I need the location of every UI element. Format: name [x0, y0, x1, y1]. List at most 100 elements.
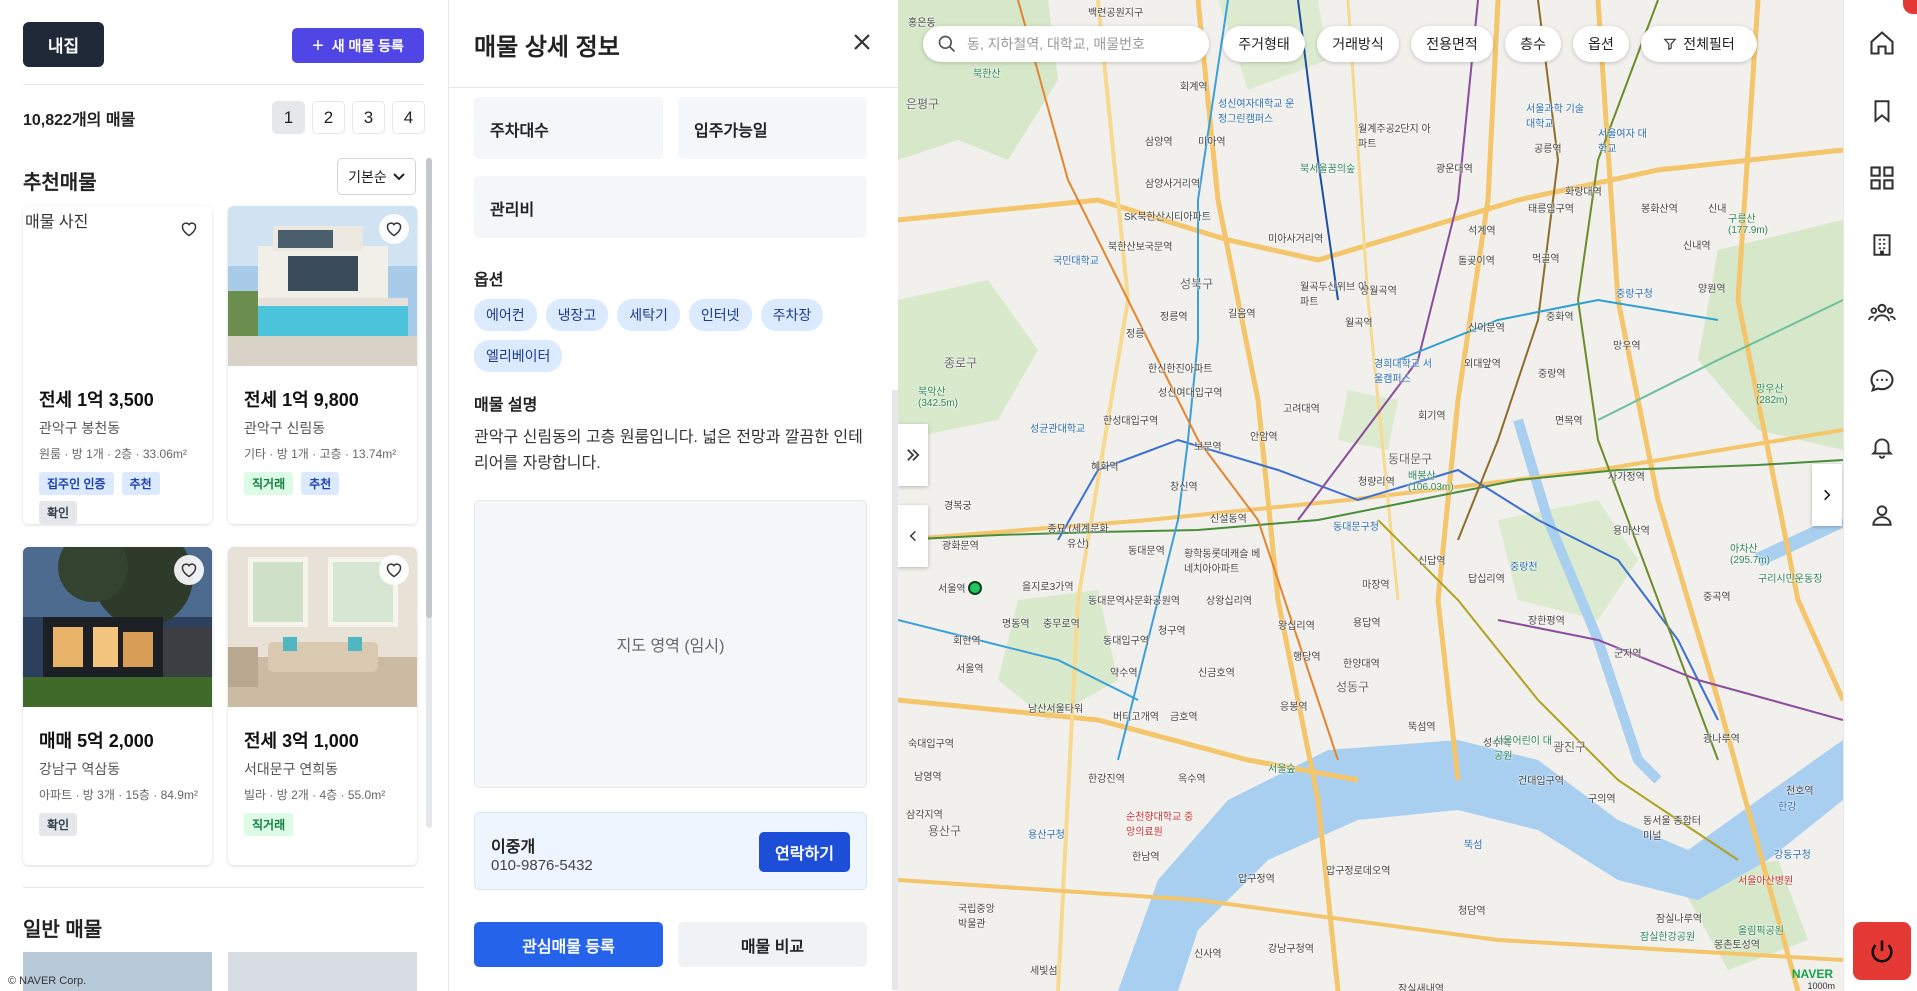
power-button[interactable] [1853, 922, 1911, 980]
map-label: 마장역 [1362, 580, 1390, 591]
scrollbar[interactable] [426, 158, 432, 828]
listing-location: 서대문구 연희동 [244, 761, 339, 777]
map-label: 강동구청 [1774, 850, 1811, 861]
listing-marker[interactable] [968, 581, 982, 595]
card-body: 전세 1억 9,800 관악구 신림동 기타 · 방 1개 · 고층 · 13.… [244, 386, 409, 495]
map-label: 한남역 [1132, 852, 1160, 863]
map-label: 서울과학 기술대학교 [1526, 104, 1584, 130]
listing-card[interactable]: 매물 사진 전세 1억 3,500 관악구 봉천동 원룸 · 방 1개 · 2층… [23, 206, 212, 524]
map-label: 답십리역 [1468, 574, 1505, 585]
my-home-button[interactable]: 내집 [23, 22, 104, 67]
map-label: 올림픽공원 [1738, 926, 1784, 937]
filter-area[interactable]: 전용면적 [1411, 26, 1493, 62]
favorite-button[interactable]: 관심매물 등록 [474, 922, 663, 967]
card-body: 전세 3억 1,000 서대문구 연희동 빌라 · 방 2개 · 4층 · 55… [244, 727, 409, 836]
map-label: 동대문구청 [1333, 522, 1379, 533]
scrollbar-thumb[interactable] [426, 158, 432, 618]
filter-deal-type[interactable]: 거래방식 [1317, 26, 1399, 62]
user-icon[interactable] [1867, 500, 1897, 530]
map-label: 망우역 [1613, 341, 1641, 352]
listing-scroll-area[interactable]: 추천매물 기본순 매물 사진 전세 1억 3,500 관악구 봉천동 원룸 · … [0, 152, 448, 991]
expand-panel-button[interactable] [898, 424, 928, 486]
users-icon[interactable] [1867, 298, 1897, 328]
map-label: 보문역 [1194, 442, 1222, 453]
listing-location: 강남구 역삼동 [39, 761, 121, 777]
filter-housing-type[interactable]: 주거형태 [1223, 26, 1305, 62]
map-label: 정릉역 [1160, 312, 1188, 323]
filter-floor[interactable]: 층수 [1505, 26, 1561, 62]
map-label: 신금호역 [1198, 668, 1235, 679]
info-move-in: 입주가능일 [678, 97, 867, 159]
map-label: 성동구 [1336, 680, 1370, 694]
heart-icon[interactable] [379, 214, 409, 244]
info-parking: 주차대수 [474, 97, 663, 159]
option-chip: 인터넷 [688, 299, 752, 331]
listing-card[interactable]: 매매 5억 2,000 강남구 역삼동 아파트 · 방 3개 · 15층 · 8… [23, 547, 212, 865]
map-label: 옥수역 [1178, 774, 1206, 785]
map-label: 삼양사거리역 [1145, 179, 1201, 190]
new-listing-button[interactable]: + 새 매물 등록 [292, 28, 424, 63]
expand-rail-button[interactable] [1812, 464, 1842, 526]
new-listing-label: 새 매물 등록 [331, 37, 404, 54]
description-text: 관악구 신림동의 고층 원룸입니다. 넓은 전망과 깔끔한 인테리어를 자랑합니… [474, 429, 863, 472]
grid-icon[interactable] [1867, 163, 1897, 193]
building-icon[interactable] [1867, 230, 1897, 260]
sort-select[interactable]: 기본순 [337, 158, 416, 195]
listing-meta: 아파트 · 방 3개 · 15층 · 84.9m² [39, 788, 198, 802]
close-icon[interactable] [850, 30, 874, 54]
map-search-bar[interactable] [923, 26, 1209, 62]
map-label: 중곡역 [1703, 592, 1731, 603]
heart-icon[interactable] [174, 555, 204, 585]
heart-icon[interactable] [174, 214, 204, 244]
description-title: 매물 설명 [474, 397, 538, 414]
bell-icon[interactable] [1867, 432, 1897, 462]
map-label: 종로구 [944, 356, 978, 370]
search-icon [938, 35, 956, 53]
map-label: 버티고개역 [1113, 712, 1159, 723]
map-label: 서울역 [956, 664, 984, 675]
page-button-4[interactable]: 4 [392, 101, 425, 134]
map-label: 한강 [1778, 802, 1797, 813]
map-label: 사가정역 [1608, 472, 1645, 483]
contact-button[interactable]: 연락하기 [759, 832, 850, 872]
map-search-input[interactable] [967, 32, 1197, 56]
badge-list: 집주인 인증 추천 확인 [39, 472, 204, 524]
page-button-2[interactable]: 2 [312, 101, 345, 134]
notification-dot [1903, 0, 1917, 14]
page-button-3[interactable]: 3 [352, 101, 385, 134]
chat-icon[interactable] [1867, 366, 1897, 396]
map-label: 남산서울타워 [1028, 704, 1084, 715]
map-label: 용산구 [928, 824, 962, 838]
chevron-right-icon [1824, 489, 1831, 501]
listing-photo [228, 952, 417, 991]
map-label: 신이문역 [1468, 323, 1505, 334]
right-rail [1843, 0, 1917, 991]
heart-icon[interactable] [379, 555, 409, 585]
listing-price: 전세 1억 3,500 [39, 390, 154, 410]
sort-value: 기본순 [348, 168, 387, 185]
bookmark-icon[interactable] [1867, 96, 1897, 126]
listing-card[interactable]: 전세 1억 9,800 관악구 신림동 기타 · 방 1개 · 고층 · 13.… [228, 206, 417, 524]
filter-options[interactable]: 옵션 [1573, 26, 1629, 62]
map-label: 상왕십리역 [1206, 596, 1252, 607]
map-label: 강남구청역 [1268, 944, 1314, 955]
map-label: 건대입구역 [1518, 776, 1564, 787]
map-view[interactable]: 백련공원지구 은평구 홍은동 북한산 회계역 성신여자대학교 운정그린캠퍼스 월… [898, 0, 1843, 991]
home-icon[interactable] [1867, 28, 1897, 58]
map-label: 한성대입구역 [1103, 416, 1159, 427]
map-label: 성신여대입구역 [1158, 388, 1223, 399]
listing-card[interactable]: 전세 3억 1,000 서대문구 연희동 빌라 · 방 2개 · 4층 · 55… [228, 547, 417, 865]
map-label: 신사역 [1194, 949, 1222, 960]
map-label: 홍은동 [908, 18, 936, 29]
badge: 확인 [39, 501, 78, 524]
photo-alt-text: 매물 사진 [25, 214, 89, 231]
map-label: 황학동롯데캐슬 베네치아아파트 [1184, 549, 1261, 575]
map-label: 세빛섬 [1030, 966, 1058, 977]
listing-price: 매매 5억 2,000 [39, 731, 154, 751]
compare-button[interactable]: 매물 비교 [678, 922, 867, 967]
collapse-panel-button[interactable] [898, 505, 928, 567]
filter-all[interactable]: 전체필터 [1641, 26, 1757, 62]
badge-list: 직거래 [244, 813, 409, 836]
page-button-1[interactable]: 1 [272, 101, 305, 134]
map-label: 봉화산역 [1641, 204, 1678, 215]
